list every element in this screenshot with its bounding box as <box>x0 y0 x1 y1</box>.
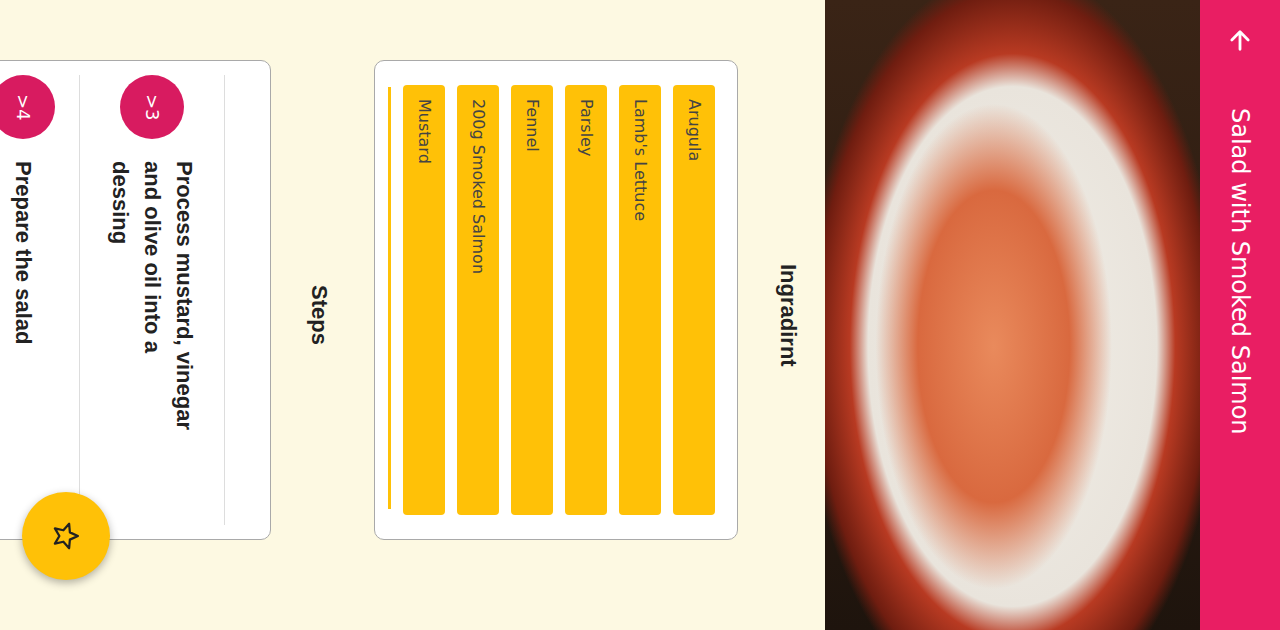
step-number-badge: >3 <box>120 75 184 139</box>
step-item[interactable]: >3 Process mustard, vinegar and olive oil… <box>80 75 225 525</box>
star-icon <box>51 521 81 551</box>
ingredients-heading: Ingradirnt <box>773 0 803 630</box>
recipe-content: Ingradirnt Arugula Lamb's Lettuce Parsley Fe… <box>0 0 825 630</box>
steps-heading: Steps <box>304 0 334 630</box>
step-item[interactable]: >4 Prepare the salad <box>0 75 80 525</box>
back-arrow-icon[interactable] <box>1226 26 1254 54</box>
app-title: Salad with Smoked Salmon <box>1225 108 1255 435</box>
step-text: Process mustard, vinegar and olive oil i… <box>104 161 200 431</box>
scroll-indicator <box>388 87 391 509</box>
ingredient-item[interactable]: Lamb's Lettuce <box>619 85 661 515</box>
ingredient-item[interactable]: Parsley <box>565 85 607 515</box>
recipe-photo <box>825 0 1200 630</box>
ingredients-card: Arugula Lamb's Lettuce Parsley Fennel 200g S… <box>374 60 738 540</box>
step-number-badge: >4 <box>0 75 55 139</box>
ingredient-item[interactable]: Mustard <box>403 85 445 515</box>
recipe-screen: Salad with Smoked Salmon Ingradirnt Arugul… <box>0 0 1280 630</box>
ingredient-item[interactable]: Fennel <box>511 85 553 515</box>
ingredient-item[interactable]: 200g Smoked Salmon <box>457 85 499 515</box>
steps-card: >3 Process mustard, vinegar and olive oil… <box>0 60 271 540</box>
step-text: Prepare the salad <box>7 161 39 431</box>
app-bar: Salad with Smoked Salmon <box>1200 0 1280 630</box>
favorite-button[interactable] <box>22 492 110 580</box>
ingredient-item[interactable]: Arugula <box>673 85 715 515</box>
